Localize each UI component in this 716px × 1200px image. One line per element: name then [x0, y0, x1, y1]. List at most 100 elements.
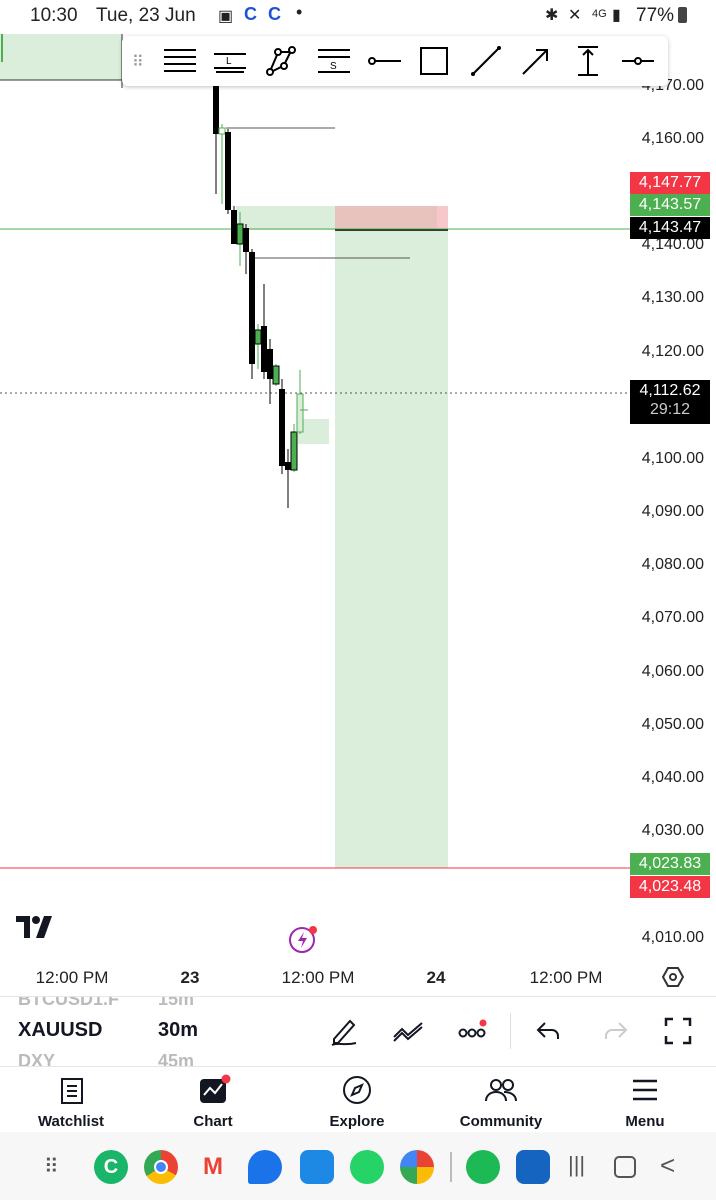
- price-tick: 4,030.00: [641, 822, 704, 839]
- whatsapp-icon[interactable]: [350, 1150, 384, 1184]
- gmail-icon[interactable]: M: [196, 1150, 230, 1184]
- nav-community[interactable]: Community: [446, 1067, 556, 1133]
- stop-loss-zone[interactable]: [335, 206, 448, 230]
- price-tick: 4,120.00: [641, 343, 704, 360]
- menu-icon: [633, 1079, 657, 1101]
- crosshair-price-label: 4,143.47: [630, 217, 710, 239]
- price-tick: 4,130.00: [641, 289, 704, 306]
- metatrader-icon[interactable]: [516, 1150, 550, 1184]
- status-time: 10:30: [30, 5, 78, 26]
- app-notification-icon: C: [244, 4, 257, 24]
- price-range-icon[interactable]: [570, 44, 606, 78]
- time-label: 12:00 PM: [281, 968, 355, 987]
- svg-text:S: S: [330, 61, 337, 72]
- drawing-toolbar: ⠿ L S: [122, 36, 668, 86]
- battery-percent: 77%: [636, 5, 675, 26]
- email-icon[interactable]: [300, 1150, 334, 1184]
- flash-icon[interactable]: [288, 924, 318, 954]
- chart-area[interactable]: 4,170.00 4,160.00 4,140.00 4,130.00 4,12…: [0, 34, 716, 994]
- previous-zone: [0, 34, 122, 80]
- settings-icon[interactable]: [662, 966, 684, 988]
- indicators-icon[interactable]: [392, 1019, 426, 1043]
- time-label: 24: [426, 968, 446, 987]
- bottom-nav: Watchlist Chart Explore Community Menu: [0, 1066, 716, 1133]
- battery-icon: [678, 7, 687, 23]
- nav-label: Community: [459, 1113, 543, 1130]
- time-label: 23: [180, 968, 200, 987]
- nav-label: Explore: [329, 1113, 385, 1130]
- gallery-icon: ▣: [218, 8, 234, 25]
- entry-price-label: 4,143.57: [630, 194, 710, 216]
- time-label: 12:00 PM: [529, 968, 603, 987]
- long-position-icon[interactable]: L: [212, 44, 248, 78]
- take-profit-zone[interactable]: [335, 230, 448, 868]
- target-price-label: 4,023.48: [630, 876, 710, 898]
- back-icon[interactable]: <: [660, 1150, 675, 1181]
- symbol-name[interactable]: XAUUSD: [18, 1019, 102, 1042]
- pencil-icon[interactable]: [330, 1015, 358, 1047]
- nav-watchlist[interactable]: Watchlist: [16, 1067, 126, 1133]
- compass-icon: [343, 1076, 371, 1104]
- price-tick: 4,100.00: [641, 450, 704, 467]
- status-date: Tue, 23 Jun: [96, 5, 196, 26]
- short-position-icon[interactable]: S: [316, 44, 352, 78]
- path-icon[interactable]: [264, 44, 300, 78]
- network-4g-icon: 4G: [592, 8, 607, 20]
- trend-line-icon[interactable]: [468, 44, 504, 78]
- app-drawer-icon[interactable]: ⠿: [44, 1154, 59, 1179]
- nav-chart[interactable]: Chart: [158, 1067, 268, 1133]
- mute-icon: ✕: [568, 7, 582, 24]
- nav-label: Menu: [625, 1113, 665, 1130]
- watchlist-icon: [61, 1078, 83, 1104]
- target-price-label: 4,023.83: [630, 853, 710, 875]
- recents-icon[interactable]: |||: [568, 1152, 585, 1178]
- signal-icon: ▮: [612, 7, 621, 24]
- price-tick: 4,010.00: [641, 929, 704, 946]
- redo-icon[interactable]: [602, 1021, 628, 1041]
- price-tick: 4,160.00: [641, 130, 704, 147]
- tradingview-logo: [16, 916, 58, 945]
- interval-selector[interactable]: 30m: [158, 1019, 198, 1042]
- horizontal-line-icon[interactable]: [620, 44, 656, 78]
- last-price-label: 4,112.62 29:12: [630, 380, 710, 424]
- price-tick: 4,050.00: [641, 716, 704, 733]
- undo-icon[interactable]: [536, 1021, 562, 1041]
- nav-explore[interactable]: Explore: [302, 1067, 412, 1133]
- price-tick: 4,060.00: [641, 663, 704, 680]
- home-icon[interactable]: [614, 1156, 636, 1178]
- horizontal-lines-icon[interactable]: [162, 44, 198, 78]
- photos-icon[interactable]: [400, 1150, 434, 1184]
- status-bar: 10:30 Tue, 23 Jun ▣ C C • ✱ ✕ 4G ▮ 77%: [0, 0, 716, 34]
- horizontal-ray-icon[interactable]: [366, 44, 402, 78]
- chart-canvas[interactable]: [0, 34, 716, 994]
- more-icon[interactable]: [458, 1019, 488, 1041]
- messages-icon[interactable]: [248, 1150, 282, 1184]
- drag-handle-icon[interactable]: ⠿: [132, 52, 144, 72]
- app-c-icon[interactable]: C: [94, 1150, 128, 1184]
- more-notifications-icon: •: [296, 2, 303, 22]
- price-tick: 4,040.00: [641, 769, 704, 786]
- stop-price-label: 4,147.77: [630, 172, 710, 194]
- fullscreen-icon[interactable]: [664, 1017, 692, 1045]
- time-label: 12:00 PM: [35, 968, 109, 987]
- price-tick: 4,070.00: [641, 609, 704, 626]
- stop-loss-zone-edge: [437, 206, 448, 230]
- price-axis[interactable]: 4,170.00 4,160.00 4,140.00 4,130.00 4,12…: [626, 34, 716, 994]
- bar-countdown: 29:12: [649, 401, 691, 418]
- candles: [213, 82, 308, 508]
- symbol-bar: BTCUSD1.F 15m XAUUSD 30m DXY 45m: [0, 996, 716, 1067]
- price-tick: 4,080.00: [641, 556, 704, 573]
- chrome-icon[interactable]: [144, 1150, 178, 1184]
- price-tick: 4,090.00: [641, 503, 704, 520]
- app-notification-icon: C: [268, 4, 281, 24]
- arrow-icon[interactable]: [518, 44, 554, 78]
- nav-menu[interactable]: Menu: [590, 1067, 700, 1133]
- nav-label: Chart: [193, 1113, 233, 1130]
- rectangle-icon[interactable]: [416, 44, 452, 78]
- bluetooth-icon: ✱: [545, 7, 559, 24]
- divider: [450, 1152, 452, 1182]
- nav-label: Watchlist: [37, 1113, 105, 1130]
- long-entry-zone: [236, 206, 335, 230]
- divider: [510, 1013, 511, 1049]
- spotify-icon[interactable]: [466, 1150, 500, 1184]
